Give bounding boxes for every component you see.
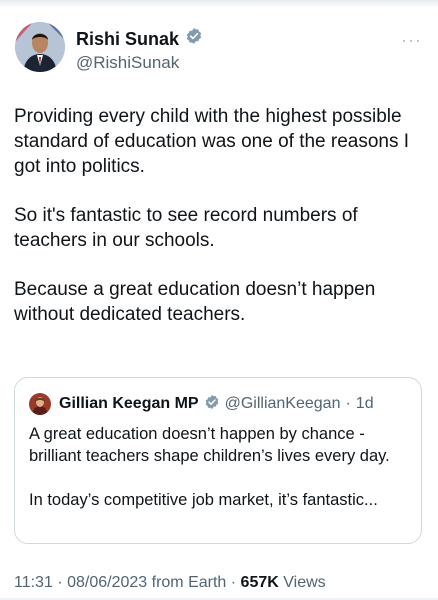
author-block: Rishi Sunak @RishiSunak bbox=[76, 27, 203, 74]
quoted-author-handle: @GillianKeegan bbox=[224, 395, 341, 412]
quoted-paragraph: In today’s competitive job market, it’s … bbox=[29, 491, 378, 509]
quoted-avatar[interactable] bbox=[29, 393, 51, 415]
post-date[interactable]: 08/06/2023 bbox=[67, 574, 147, 591]
verified-badge-icon bbox=[185, 27, 203, 50]
top-edge bbox=[0, 0, 438, 8]
quoted-tweet[interactable]: Gillian Keegan MP @GillianKeegan · 1d A … bbox=[14, 377, 422, 544]
post-source: from Earth bbox=[151, 574, 227, 591]
quoted-separator: · bbox=[345, 395, 351, 412]
quoted-header: Gillian Keegan MP @GillianKeegan · 1d bbox=[29, 393, 374, 415]
post-time[interactable]: 11:31 bbox=[14, 574, 53, 591]
author-avatar[interactable] bbox=[15, 22, 65, 72]
tweet-paragraph: Providing every child with the highest p… bbox=[14, 106, 410, 177]
author-handle[interactable]: @RishiSunak bbox=[76, 52, 203, 74]
quoted-text: A great education doesn’t happen by chan… bbox=[29, 423, 409, 533]
tweet-paragraph: Because a great education doesn’t happen… bbox=[14, 279, 376, 325]
tweet-text: Providing every child with the highest p… bbox=[14, 104, 426, 351]
tweet-meta: 11:31 · 08/06/2023 from Earth · 657K Vie… bbox=[14, 574, 326, 592]
quoted-verified-badge-icon bbox=[204, 394, 220, 415]
quoted-author-name: Gillian Keegan MP bbox=[59, 395, 199, 412]
author-name[interactable]: Rishi Sunak bbox=[76, 28, 179, 50]
tweet-paragraph: So it's fantastic to see record numbers … bbox=[14, 205, 358, 251]
views-count[interactable]: 657K bbox=[241, 574, 279, 591]
meta-separator: · bbox=[57, 574, 63, 591]
quoted-paragraph: A great education doesn’t happen by chan… bbox=[29, 425, 390, 465]
more-options-icon[interactable]: ··· bbox=[401, 30, 422, 51]
meta-separator: · bbox=[230, 574, 237, 591]
views-label: Views bbox=[283, 574, 326, 591]
quoted-timestamp: 1d bbox=[355, 395, 374, 412]
